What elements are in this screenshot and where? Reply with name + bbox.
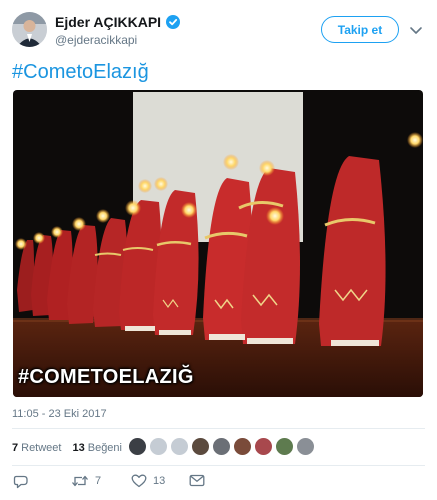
like-stat-count: 13	[72, 442, 85, 454]
tweet-text-hashtag[interactable]: #CometoElazığ	[12, 61, 149, 84]
retweet-action-count: 7	[95, 475, 102, 487]
photo-scene	[13, 90, 423, 397]
retweet-stat[interactable]: 7 Retweet	[12, 442, 61, 454]
tweet-header: Ejder AÇIKKAPI @ejderacikkapi Takip et	[0, 0, 437, 56]
engagement-stats: 7 Retweet 13 Beğeni	[12, 436, 133, 460]
direct-message-button[interactable]	[189, 474, 205, 487]
reply-icon	[13, 474, 29, 489]
divider	[12, 465, 425, 466]
envelope-icon	[189, 474, 205, 487]
liker-avatar[interactable]	[233, 437, 252, 456]
like-action-count: 13	[153, 475, 166, 487]
tweet-actions: 7 13	[0, 474, 437, 494]
avatar[interactable]	[12, 12, 47, 47]
tweet-timestamp[interactable]: 11:05 - 23 Eki 2017	[12, 408, 107, 420]
like-button[interactable]: 13	[131, 474, 165, 488]
display-name[interactable]: Ejder AÇIKKAPI	[55, 14, 161, 30]
photo-overlay-hashtag: #COMETOELAZIĞ	[18, 366, 194, 388]
liker-avatar[interactable]	[191, 437, 210, 456]
liker-avatar[interactable]	[212, 437, 231, 456]
verified-badge-icon	[166, 15, 181, 29]
liker-avatar[interactable]	[170, 437, 189, 456]
chevron-down-icon[interactable]	[409, 24, 423, 36]
like-stat-label: Beğeni	[87, 442, 122, 454]
reply-button[interactable]	[13, 474, 29, 489]
user-handle[interactable]: @ejderacikkapi	[55, 33, 137, 47]
liker-avatar[interactable]	[275, 437, 294, 456]
heart-icon	[131, 474, 147, 488]
follow-button[interactable]: Takip et	[321, 16, 399, 43]
name-row[interactable]: Ejder AÇIKKAPI	[55, 14, 181, 30]
liker-avatar[interactable]	[296, 437, 315, 456]
divider	[12, 428, 425, 429]
liker-avatars	[128, 437, 317, 456]
liker-avatar[interactable]	[254, 437, 273, 456]
like-stat[interactable]: 13 Beğeni	[72, 442, 122, 454]
retweet-stat-label: Retweet	[21, 442, 62, 454]
liker-avatar[interactable]	[128, 437, 147, 456]
retweet-icon	[71, 474, 89, 488]
tweet-photo[interactable]: #COMETOELAZIĞ	[13, 90, 423, 397]
retweet-stat-count: 7	[12, 442, 19, 454]
retweet-button[interactable]: 7	[71, 474, 101, 488]
liker-avatar[interactable]	[149, 437, 168, 456]
